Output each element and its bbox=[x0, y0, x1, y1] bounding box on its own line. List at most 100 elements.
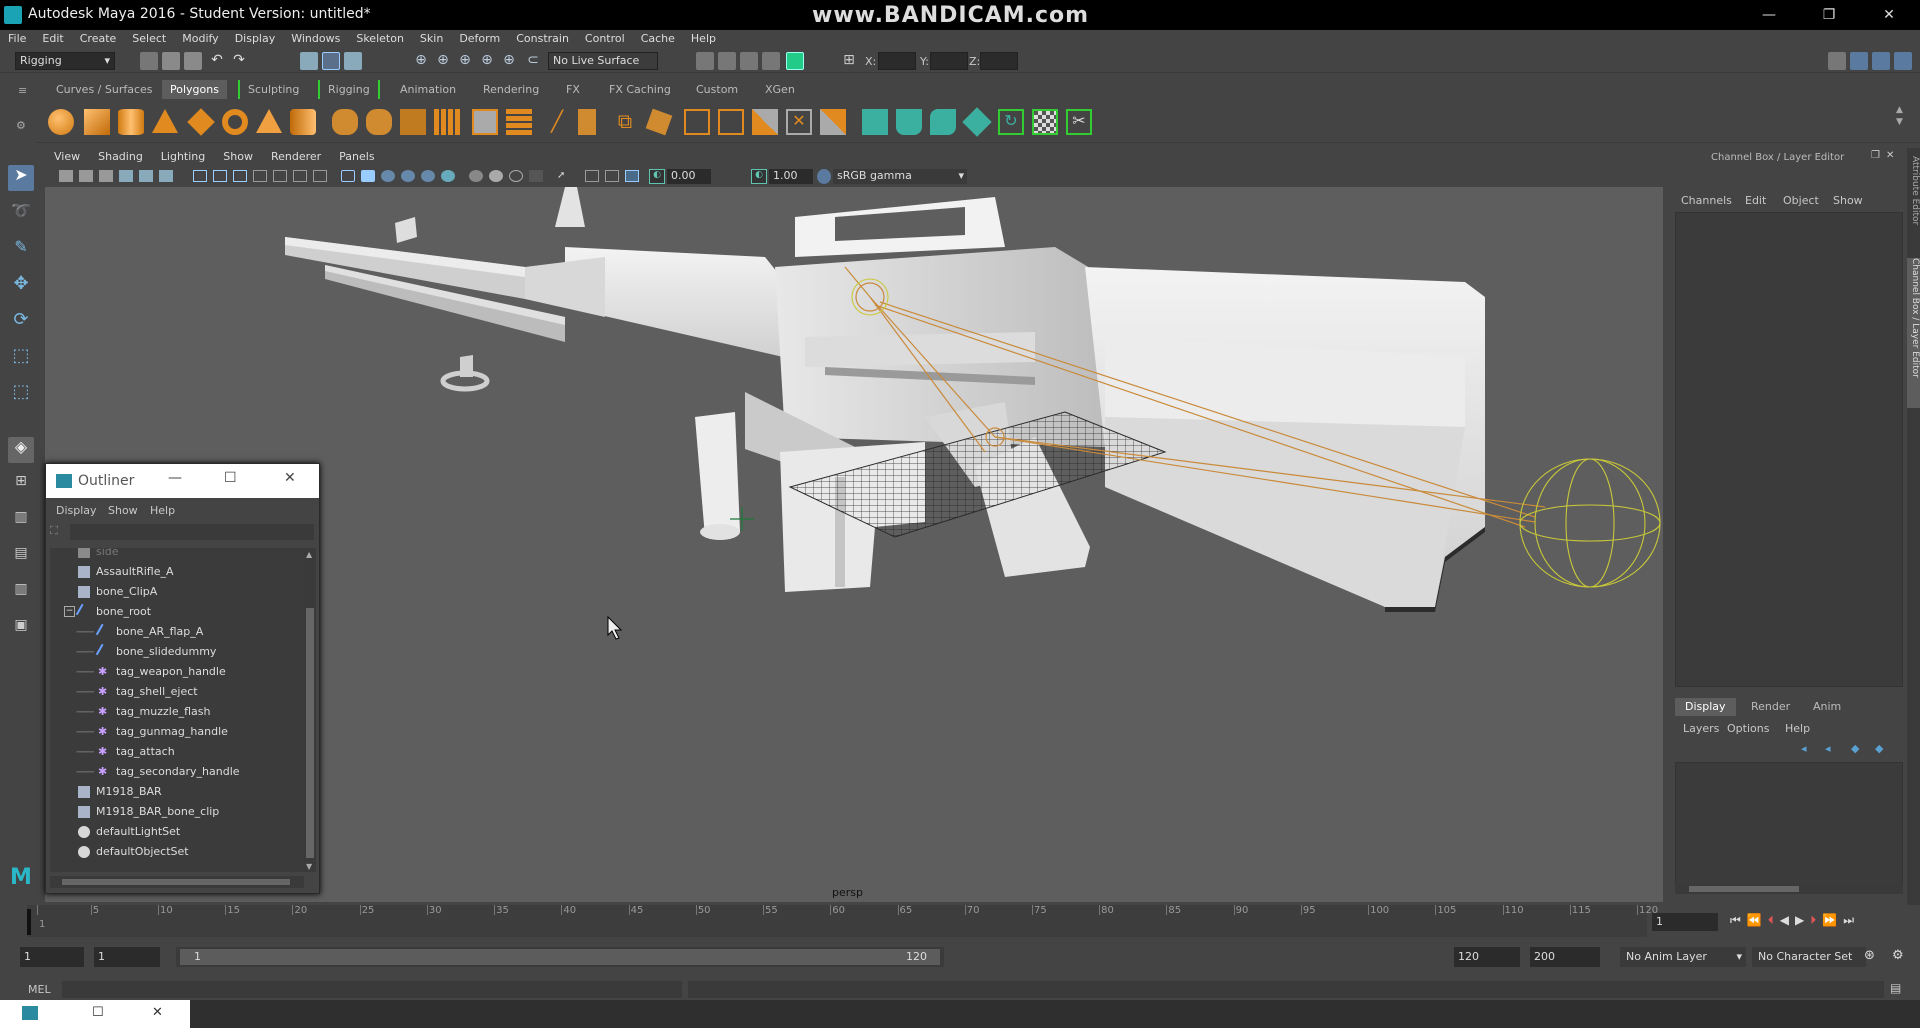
channel-box-tab[interactable]: Channel Box / Layer Editor bbox=[1907, 258, 1920, 408]
grid-icon[interactable] bbox=[193, 170, 207, 182]
shelf-scroll-up-icon[interactable]: ▲ bbox=[1896, 105, 1903, 115]
outliner-menu-show[interactable]: Show bbox=[108, 504, 138, 517]
outliner-item[interactable]: ⸺ bone_AR_flap_A bbox=[50, 622, 304, 642]
y-field[interactable] bbox=[930, 52, 968, 70]
outliner-item[interactable]: ⸺ ✱ tag_secondary_handle bbox=[50, 762, 304, 782]
menu-display[interactable]: Display bbox=[227, 30, 284, 45]
wireframe-icon[interactable] bbox=[341, 170, 355, 182]
options-menu[interactable]: Options bbox=[1727, 722, 1769, 735]
smooth-icon[interactable] bbox=[434, 109, 460, 135]
help-menu[interactable]: Help bbox=[1785, 722, 1810, 735]
wireframe-on-shaded-icon[interactable] bbox=[381, 170, 395, 182]
exposure-icon[interactable]: ◐ bbox=[649, 169, 665, 184]
colorspace-dropdown[interactable]: sRGB gamma ▾ bbox=[833, 169, 967, 184]
channels-menu[interactable]: Channels bbox=[1681, 194, 1732, 207]
x-ray-active-icon[interactable] bbox=[605, 170, 619, 182]
outliner-item[interactable]: ⸺ ✱ tag_shell_eject bbox=[50, 682, 304, 702]
persp-graph-layout-icon[interactable]: ▤ bbox=[8, 545, 34, 571]
outliner-maximize-icon[interactable]: ☐ bbox=[224, 470, 237, 486]
persp-outliner-layout-icon[interactable]: ▥ bbox=[8, 509, 34, 535]
2d-pan-zoom-icon[interactable] bbox=[139, 170, 153, 182]
x-ray-icon[interactable] bbox=[585, 170, 599, 182]
extrude-icon[interactable] bbox=[578, 109, 596, 135]
textured-icon[interactable] bbox=[401, 170, 415, 182]
poly-pipe-icon[interactable] bbox=[290, 109, 316, 135]
outliner-item[interactable]: ⸺ ✱ tag_weapon_handle bbox=[50, 662, 304, 682]
depth-of-field-icon[interactable] bbox=[529, 170, 543, 182]
render-view-icon[interactable] bbox=[696, 52, 714, 70]
gate-mask-icon[interactable] bbox=[253, 170, 267, 182]
shelf-settings-icon[interactable]: ⚙ bbox=[16, 119, 26, 132]
animation-end-field[interactable]: 200 bbox=[1530, 947, 1600, 967]
shelf-tab-custom[interactable]: Custom bbox=[688, 80, 746, 99]
current-frame-field[interactable]: 1 bbox=[1652, 913, 1718, 931]
range-handle[interactable]: 1 120 bbox=[180, 949, 940, 965]
menu-select[interactable]: Select bbox=[124, 30, 174, 45]
shelf-scroll-down-icon[interactable]: ▼ bbox=[1896, 117, 1903, 127]
outliner-item[interactable]: defaultLightSet bbox=[50, 822, 304, 842]
shelf-tab-xgen[interactable]: XGen bbox=[757, 80, 803, 99]
step-forward-frame-icon[interactable]: ⏵ bbox=[1810, 913, 1822, 927]
planar-map-icon[interactable] bbox=[896, 109, 922, 135]
multi-cut-icon[interactable]: ╱ bbox=[544, 109, 570, 135]
poly-cube-icon[interactable] bbox=[84, 109, 110, 135]
menu-file[interactable]: File bbox=[0, 30, 34, 45]
redo-icon[interactable]: ↷ bbox=[230, 52, 248, 70]
go-to-end-icon[interactable]: ⏭ bbox=[1843, 913, 1860, 927]
outliner-item[interactable]: ⸺ ✱ tag_attach bbox=[50, 742, 304, 762]
x-field[interactable] bbox=[878, 52, 916, 70]
new-scene-icon[interactable] bbox=[140, 52, 158, 70]
cylindrical-map-icon[interactable] bbox=[930, 109, 956, 135]
vp-menu-lighting[interactable]: Lighting bbox=[152, 148, 214, 163]
merge-icon[interactable] bbox=[752, 109, 778, 135]
use-all-lights-icon[interactable] bbox=[421, 170, 435, 182]
animation-start-field[interactable]: 1 bbox=[20, 947, 84, 967]
mirror-icon[interactable] bbox=[506, 109, 532, 135]
separate-icon[interactable] bbox=[366, 109, 392, 135]
range-track[interactable]: 1 120 bbox=[176, 947, 944, 967]
snap-point-icon[interactable]: ⊕ bbox=[456, 52, 474, 70]
gamma-icon[interactable]: ◐ bbox=[751, 169, 767, 184]
outliner-titlebar[interactable]: Outliner — ☐ ✕ bbox=[46, 464, 319, 498]
character-set-dropdown[interactable]: No Character Set bbox=[1752, 947, 1866, 967]
step-forward-key-icon[interactable]: ⏩ bbox=[1822, 913, 1843, 927]
shelf-tab-polygons[interactable]: Polygons bbox=[162, 80, 227, 99]
outliner-search-field[interactable] bbox=[70, 524, 314, 540]
poly-cone-icon[interactable] bbox=[152, 109, 178, 133]
play-forward-icon[interactable]: ▶ bbox=[1795, 913, 1810, 927]
z-field[interactable] bbox=[980, 52, 1018, 70]
time-ruler[interactable]: 1 5 10 15 20 25 30 35 40 45 50 55 60 65 70 75 80 85 90 95 10… bbox=[27, 905, 1658, 937]
vp-menu-view[interactable]: View bbox=[45, 148, 89, 163]
outliner-item[interactable]: side bbox=[50, 548, 304, 562]
channel-box-area[interactable] bbox=[1675, 212, 1903, 687]
animation-preferences-icon[interactable]: ⚙ bbox=[1892, 948, 1904, 963]
field-chart-icon[interactable] bbox=[273, 170, 287, 182]
menu-help[interactable]: Help bbox=[683, 30, 724, 45]
shelf-tab-curves[interactable]: Curves / Surfaces bbox=[48, 80, 161, 99]
live-surface-field[interactable]: No Live Surface bbox=[548, 52, 658, 70]
ipr-render-icon[interactable] bbox=[740, 52, 758, 70]
poly-cylinder-icon[interactable] bbox=[118, 109, 144, 135]
grease-pencil-icon[interactable] bbox=[159, 170, 173, 182]
menu-windows[interactable]: Windows bbox=[283, 30, 348, 45]
outliner-item[interactable]: − bone_root bbox=[50, 602, 304, 622]
gamma-field[interactable]: 1.00 bbox=[769, 169, 813, 184]
mel-input[interactable] bbox=[62, 981, 682, 998]
vp-menu-shading[interactable]: Shading bbox=[89, 148, 152, 163]
outliner-item[interactable]: M1918_BAR_bone_clip bbox=[50, 802, 304, 822]
select-camera-icon[interactable] bbox=[59, 170, 73, 182]
play-backward-icon[interactable]: ◀ bbox=[1780, 913, 1795, 927]
attribute-editor-tab[interactable]: Attribute Editor bbox=[1907, 156, 1920, 236]
undo-icon[interactable]: ↶ bbox=[208, 52, 226, 70]
layers-menu[interactable]: Layers bbox=[1683, 722, 1719, 735]
automatic-map-icon[interactable] bbox=[962, 107, 992, 137]
outliner-close-icon[interactable]: ✕ bbox=[284, 470, 296, 486]
toggle-modeling-toolkit-icon[interactable] bbox=[1828, 52, 1846, 70]
select-object-icon[interactable] bbox=[322, 52, 340, 70]
transform-mode-icon[interactable]: ⊞ bbox=[840, 52, 858, 70]
shelf-tab-fx-caching[interactable]: FX Caching bbox=[601, 80, 679, 99]
object-menu[interactable]: Object bbox=[1783, 194, 1819, 207]
playback-end-field[interactable]: 120 bbox=[1454, 947, 1520, 967]
boolean-icon[interactable] bbox=[472, 109, 498, 135]
select-component-icon[interactable] bbox=[344, 52, 362, 70]
